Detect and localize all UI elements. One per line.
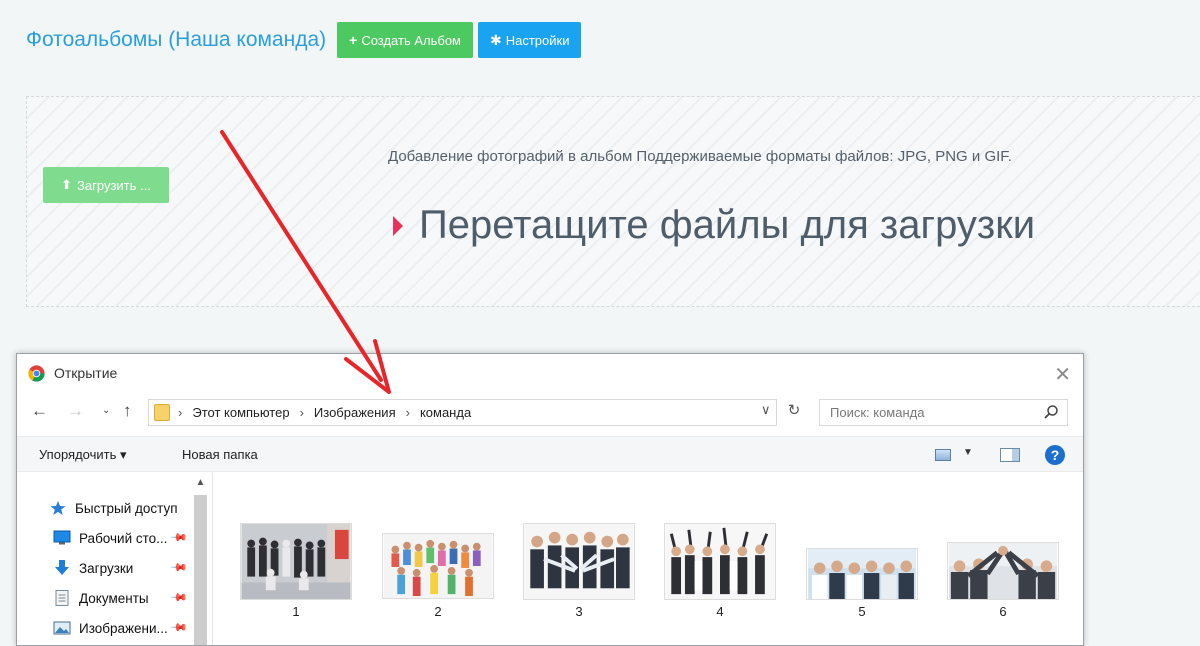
plus-icon: + bbox=[349, 32, 358, 48]
caret-right-icon bbox=[393, 215, 403, 236]
file-name: 1 bbox=[292, 604, 300, 619]
search-placeholder: Поиск: команда bbox=[830, 405, 925, 420]
breadcrumb-chevron-icon: › bbox=[178, 405, 183, 420]
gear-icon: ✱ bbox=[490, 31, 502, 48]
navigation-pane: ▲ Быстрый доступ Рабочий сто... 📌 Загруз… bbox=[17, 473, 211, 645]
organize-menu[interactable]: Упорядочить ▾ bbox=[39, 447, 127, 463]
create-album-button[interactable]: + Создать Альбом bbox=[337, 22, 473, 58]
up-arrow-icon[interactable]: ↑ bbox=[123, 401, 132, 421]
page-title[interactable]: Фотоальбомы (Наша команда) bbox=[26, 28, 326, 52]
upload-icon: ⬆ bbox=[61, 177, 73, 192]
file-name: 4 bbox=[716, 604, 724, 619]
star-icon bbox=[50, 501, 66, 515]
team-photo-image bbox=[523, 523, 635, 600]
help-icon[interactable]: ? bbox=[1045, 445, 1065, 465]
pin-icon[interactable]: 📌 bbox=[169, 528, 188, 547]
settings-label: Настройки bbox=[505, 32, 570, 48]
folder-icon bbox=[154, 404, 170, 421]
address-bar[interactable]: › Этот компьютер › Изображения › команда bbox=[148, 399, 777, 426]
forward-arrow-icon[interactable]: → bbox=[67, 401, 84, 421]
file-name: 6 bbox=[999, 604, 1007, 619]
close-icon[interactable]: ✕ bbox=[1054, 362, 1071, 387]
search-input[interactable]: Поиск: команда bbox=[819, 399, 1068, 426]
upload-button[interactable]: ⬆ Загрузить ... bbox=[43, 167, 169, 203]
nav-item-desktop[interactable]: Рабочий сто... bbox=[53, 526, 167, 550]
drop-title: Перетащите файлы для загрузки bbox=[393, 203, 1035, 248]
scrollbar-thumb[interactable] bbox=[194, 495, 207, 645]
desktop-icon bbox=[53, 530, 71, 545]
nav-item-quick-access[interactable]: Быстрый доступ bbox=[49, 496, 178, 520]
view-mode-icon[interactable] bbox=[935, 449, 951, 461]
page-header: Фотоальбомы (Наша команда) + Создать Аль… bbox=[26, 22, 582, 58]
file-open-dialog: Открытие ✕ ← → ⌄ ↑ › Этот компьютер › Из… bbox=[16, 353, 1084, 646]
dialog-titlebar: Открытие ✕ bbox=[17, 354, 1083, 392]
team-photo-image bbox=[947, 542, 1059, 600]
nav-item-label: Быстрый доступ bbox=[75, 500, 178, 516]
search-icon[interactable] bbox=[1043, 404, 1059, 420]
settings-button[interactable]: ✱ Настройки bbox=[478, 22, 582, 58]
documents-icon bbox=[55, 590, 69, 606]
nav-item-label: Загрузки bbox=[79, 560, 134, 576]
file-list: 1 2 3 4 5 6 bbox=[212, 473, 1083, 645]
nav-item-label: Изображени... bbox=[79, 620, 168, 636]
scroll-up-icon[interactable]: ▲ bbox=[193, 477, 208, 488]
upload-dropzone[interactable]: ⬆ Загрузить ... Добавление фотографий в … bbox=[26, 96, 1200, 307]
team-photo-image bbox=[240, 523, 352, 600]
create-album-label: Создать Альбом bbox=[361, 32, 461, 48]
new-folder-button[interactable]: Новая папка bbox=[182, 447, 258, 462]
refresh-icon[interactable]: ↻ bbox=[783, 401, 805, 423]
team-photo-image bbox=[806, 548, 918, 600]
address-dropdown-icon[interactable]: ∨ bbox=[761, 402, 771, 418]
pin-icon[interactable]: 📌 bbox=[169, 588, 188, 607]
breadcrumb-chevron-icon: › bbox=[405, 405, 410, 420]
dialog-toolbar: Упорядочить ▾ Новая папка ▼ ? bbox=[17, 436, 1083, 472]
upload-hint: Добавление фотографий в альбом Поддержив… bbox=[388, 148, 1012, 165]
breadcrumb-item-computer[interactable]: Этот компьютер bbox=[192, 405, 289, 420]
breadcrumb-item-team[interactable]: команда bbox=[420, 405, 471, 420]
file-name: 3 bbox=[575, 604, 583, 619]
navigation-row: ← → ⌄ ↑ › Этот компьютер › Изображения ›… bbox=[17, 397, 1083, 427]
view-dropdown-icon[interactable]: ▼ bbox=[963, 447, 973, 458]
dialog-title: Открытие bbox=[54, 365, 118, 381]
breadcrumb-chevron-icon: › bbox=[299, 405, 304, 420]
recent-dropdown-icon[interactable]: ⌄ bbox=[102, 405, 110, 416]
nav-item-documents[interactable]: Документы bbox=[53, 586, 149, 610]
pin-icon[interactable]: 📌 bbox=[169, 558, 188, 577]
nav-item-pictures[interactable]: Изображени... bbox=[53, 616, 168, 640]
download-icon bbox=[55, 560, 69, 575]
chrome-icon bbox=[28, 364, 45, 382]
back-arrow-icon[interactable]: ← bbox=[31, 401, 48, 421]
file-name: 5 bbox=[858, 604, 866, 619]
pictures-icon bbox=[53, 621, 71, 635]
nav-item-label: Документы bbox=[79, 590, 149, 606]
nav-item-downloads[interactable]: Загрузки bbox=[53, 556, 133, 580]
upload-label: Загрузить ... bbox=[77, 177, 151, 193]
breadcrumb-item-pictures[interactable]: Изображения bbox=[314, 405, 396, 420]
drop-title-text: Перетащите файлы для загрузки bbox=[419, 203, 1036, 247]
nav-item-label: Рабочий сто... bbox=[79, 530, 168, 546]
pin-icon[interactable]: 📌 bbox=[169, 618, 188, 637]
team-photo-image bbox=[382, 533, 494, 599]
file-name: 2 bbox=[434, 604, 442, 619]
preview-pane-icon[interactable] bbox=[1000, 448, 1020, 462]
team-photo-image bbox=[664, 523, 776, 600]
